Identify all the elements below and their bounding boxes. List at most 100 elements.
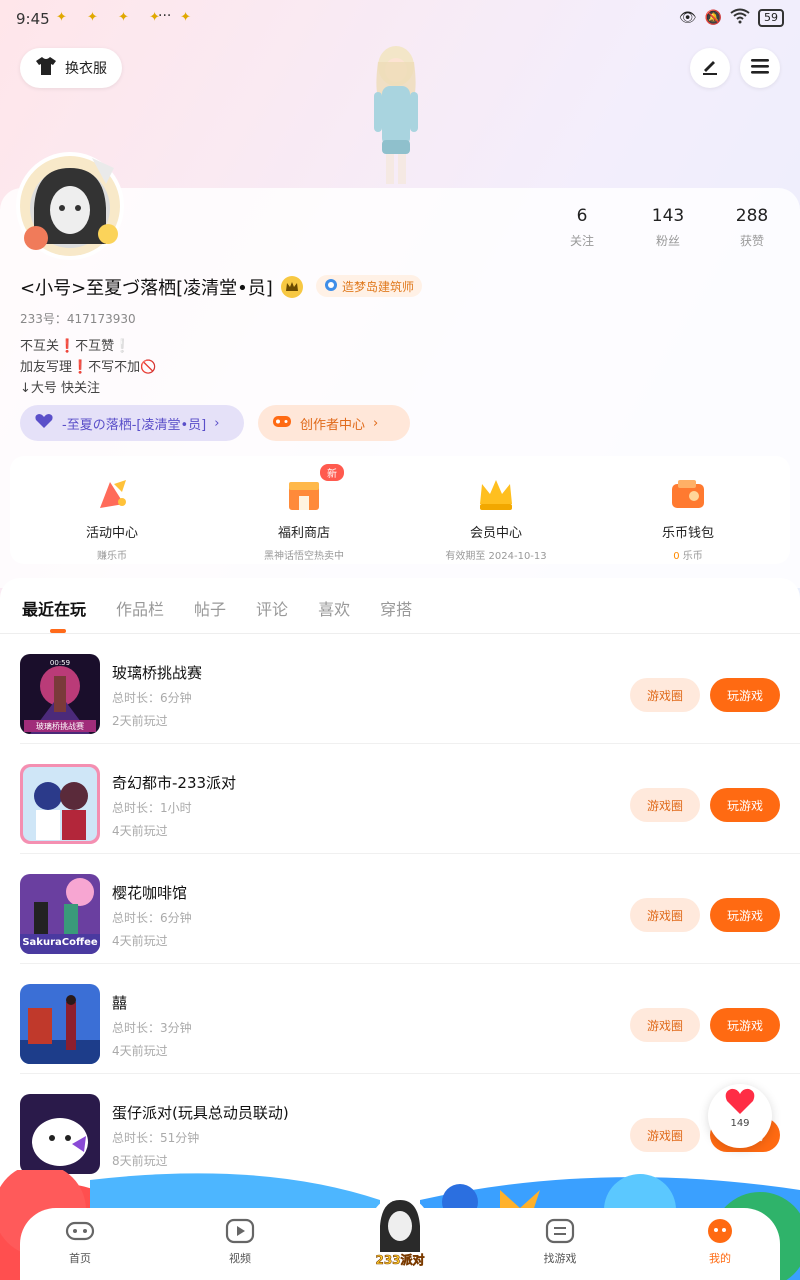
thumb-title: SakuraCoffee <box>22 937 97 948</box>
eye-icon: 👁 <box>678 10 697 26</box>
thumb-timer: 00:59 <box>50 659 70 667</box>
title-badge[interactable]: 造梦岛建筑师 <box>316 275 423 297</box>
nav-mine-label: 我的 <box>709 1252 731 1265</box>
chevron-right-icon: › <box>214 415 220 431</box>
game-circle-button[interactable]: 游戏圈 <box>630 788 700 822</box>
nav-home[interactable]: 首页 <box>40 1218 120 1266</box>
game-name: 樱花咖啡馆 <box>112 884 188 902</box>
wallet-icon <box>668 474 708 514</box>
status-bar: 9:45 ✦ ✦ ✦ ✦ ✦ ··· 👁 🔕 59 <box>0 0 800 40</box>
username: <小号>至夏づ落栖[凌清堂•员] <box>20 278 273 299</box>
welfare-shop-sub: 黑神话悟空热卖中 <box>264 551 344 562</box>
user-bio: 不互关❗不互赞❕ 加友写理❗不写不加🚫 ↓大号 快关注 <box>20 339 157 396</box>
game-thumbnail[interactable] <box>20 764 100 844</box>
member-center[interactable]: 会员中心 有效期至 2024-10-13 <box>406 474 586 562</box>
nav-party[interactable]: 233派对 <box>368 1196 432 1270</box>
crown-icon <box>476 474 516 514</box>
game-circle-button[interactable]: 游戏圈 <box>630 1008 700 1042</box>
stat-likes-label: 获赞 <box>739 234 764 248</box>
stat-likes[interactable]: 288 获赞 <box>712 206 792 249</box>
edit-button[interactable] <box>690 48 730 88</box>
menu-button[interactable] <box>740 48 780 88</box>
game-thumbnail[interactable]: SakuraCoffee <box>20 874 100 954</box>
tab-posts[interactable]: 帖子 <box>194 596 226 620</box>
like-count: 149 <box>730 1118 750 1129</box>
game-row[interactable]: 00:59 玻璃桥挑战赛 玻璃桥挑战赛 总时长：6分钟 2天前玩过 游戏圈 玩游… <box>0 634 800 744</box>
game-row[interactable]: SakuraCoffee 樱花咖啡馆 总时长：6分钟 4天前玩过 游戏圈 玩游戏 <box>0 854 800 964</box>
game-duration: 总时长：6分钟 <box>112 691 192 705</box>
activity-center-sub: 赚乐币 <box>97 551 127 562</box>
game-circle-button[interactable]: 游戏圈 <box>630 898 700 932</box>
nav-find-games[interactable]: 找游戏 <box>520 1218 600 1266</box>
game-circle-button[interactable]: 游戏圈 <box>630 1118 700 1152</box>
coin-unit: 乐币 <box>682 551 703 562</box>
mute-icon: 🔕 <box>704 10 722 26</box>
change-outfit-button[interactable]: 换衣服 <box>20 48 122 88</box>
game-last-played: 4天前玩过 <box>112 1044 168 1058</box>
group-pill-label: -至夏の落栖-[凌清堂•员] <box>62 417 207 433</box>
welfare-shop[interactable]: 福利商店 黑神话悟空热卖中 <box>214 474 394 562</box>
stat-following-label: 关注 <box>569 234 594 248</box>
status-time: 9:45 <box>16 10 50 28</box>
tab-outfits[interactable]: 穿搭 <box>380 596 412 620</box>
game-duration: 总时长：51分钟 <box>112 1131 200 1145</box>
stat-likes-count: 288 <box>735 206 769 226</box>
play-game-button[interactable]: 玩游戏 <box>710 1008 780 1042</box>
group-pill[interactable]: -至夏の落栖-[凌清堂•员] › <box>20 405 244 441</box>
thumb-title: 玻璃桥挑战赛 <box>36 721 84 731</box>
coin-wallet-sub: 0 乐币 <box>598 547 778 562</box>
game-row[interactable]: 蛋仔派对(玩具总动员联动) 总时长：51分钟 8天前玩过 游戏圈 玩游戏 <box>0 1074 800 1184</box>
floating-like-button[interactable]: 149 <box>708 1084 772 1148</box>
nav-party-label: 233派对 <box>375 1252 424 1267</box>
gamepad-icon <box>65 1218 95 1244</box>
heart-icon <box>708 1084 772 1122</box>
creator-center-pill[interactable]: 创作者中心 › <box>258 405 410 441</box>
creator-center-label: 创作者中心 <box>300 417 366 433</box>
nav-mine[interactable]: 我的 <box>680 1218 760 1266</box>
vip-crown-icon[interactable] <box>280 276 303 298</box>
username-row: <小号>至夏づ落栖[凌清堂•员] <box>20 274 303 300</box>
nav-video[interactable]: 视频 <box>200 1218 280 1266</box>
coin-wallet-title: 乐币钱包 <box>661 526 714 541</box>
stat-followers[interactable]: 143 粉丝 <box>628 206 708 249</box>
user-id[interactable]: 233号：417173930 <box>20 310 136 327</box>
game-thumbnail[interactable]: 00:59 玻璃桥挑战赛 <box>20 654 100 734</box>
game-row[interactable]: 囍 总时长：3分钟 4天前玩过 游戏圈 玩游戏 <box>0 964 800 1074</box>
stat-followers-label: 粉丝 <box>655 234 680 248</box>
pencil-icon <box>700 56 720 80</box>
game-name: 囍 <box>112 994 128 1012</box>
game-circle-button[interactable]: 游戏圈 <box>630 678 700 712</box>
game-thumbnail[interactable] <box>20 984 100 1064</box>
tab-likes[interactable]: 喜欢 <box>318 596 350 620</box>
play-icon <box>225 1218 255 1244</box>
tshirt-icon <box>35 56 57 80</box>
activity-center[interactable]: 活动中心 赚乐币 <box>22 474 202 562</box>
tab-works[interactable]: 作品栏 <box>116 596 164 620</box>
tab-recently-played[interactable]: 最近在玩 <box>22 596 86 620</box>
play-game-button[interactable]: 玩游戏 <box>710 898 780 932</box>
wifi-icon <box>730 8 750 28</box>
member-center-sub: 有效期至 2024-10-13 <box>445 551 547 562</box>
play-game-button[interactable]: 玩游戏 <box>710 788 780 822</box>
avatar-character-figure[interactable] <box>360 42 432 187</box>
profile-tabs: 最近在玩 作品栏 帖子 评论 喜欢 穿搭 <box>22 596 412 620</box>
welfare-shop-title: 福利商店 <box>277 526 330 541</box>
more-notifications: ··· <box>158 8 172 24</box>
stat-following[interactable]: 6 关注 <box>542 206 622 249</box>
tab-comments[interactable]: 评论 <box>256 596 288 620</box>
coin-balance: 0 <box>673 551 680 562</box>
member-center-title: 会员中心 <box>469 526 522 541</box>
heart-group-icon <box>34 413 54 433</box>
shop-icon <box>284 474 324 514</box>
coin-wallet[interactable]: 乐币钱包 0 乐币 <box>598 474 778 562</box>
play-game-button[interactable]: 玩游戏 <box>710 678 780 712</box>
game-row[interactable]: 奇幻都市-233派对 总时长：1小时 4天前玩过 游戏圈 玩游戏 <box>0 744 800 854</box>
change-outfit-label: 换衣服 <box>65 61 107 77</box>
activity-center-title: 活动中心 <box>85 526 138 541</box>
builder-badge-icon <box>324 278 338 295</box>
user-avatar[interactable] <box>16 152 124 260</box>
gamepad-icon <box>272 413 292 433</box>
game-last-played: 4天前玩过 <box>112 824 168 838</box>
profile-face-icon <box>705 1218 735 1244</box>
game-thumbnail[interactable] <box>20 1094 100 1174</box>
